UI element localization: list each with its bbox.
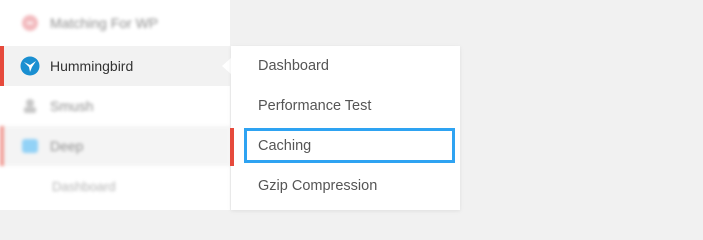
sidebar-item-matching-for-wp[interactable]: Matching For WP xyxy=(0,3,230,43)
active-indicator xyxy=(0,46,4,86)
sidebar-item-label: Smush xyxy=(50,98,94,114)
sidebar-subitem-dashboard[interactable]: Dashboard xyxy=(0,167,230,207)
sidebar-item-smush[interactable]: Smush xyxy=(0,86,230,126)
sidebar-item-deep[interactable]: Deep xyxy=(0,126,230,166)
submenu-item-performance-test[interactable]: Performance Test xyxy=(231,86,460,126)
submenu-item-dashboard[interactable]: Dashboard xyxy=(231,46,460,86)
circle-plugin-icon xyxy=(20,13,40,33)
active-indicator xyxy=(0,126,4,166)
hummingbird-icon xyxy=(20,56,40,76)
folder-icon xyxy=(20,136,40,156)
submenu-item-caching[interactable]: Caching xyxy=(231,126,460,166)
sidebar-item-hummingbird[interactable]: Hummingbird xyxy=(0,46,230,86)
sidebar-item-label: Dashboard xyxy=(52,179,116,194)
sidebar-item-label: Hummingbird xyxy=(50,58,134,74)
content-area xyxy=(460,0,703,210)
submenu-item-gzip-compression[interactable]: Gzip Compression xyxy=(231,166,460,206)
flyout-arrow xyxy=(222,58,231,74)
sidebar-item-label: Deep xyxy=(50,138,84,154)
sidebar-item-label: Matching For WP xyxy=(50,15,159,31)
hummingbird-submenu: Dashboard Performance Test Caching Gzip … xyxy=(230,46,460,210)
admin-sidebar: Matching For WP Hummingbird Smush Deep D… xyxy=(0,0,230,210)
smush-icon xyxy=(20,96,40,116)
